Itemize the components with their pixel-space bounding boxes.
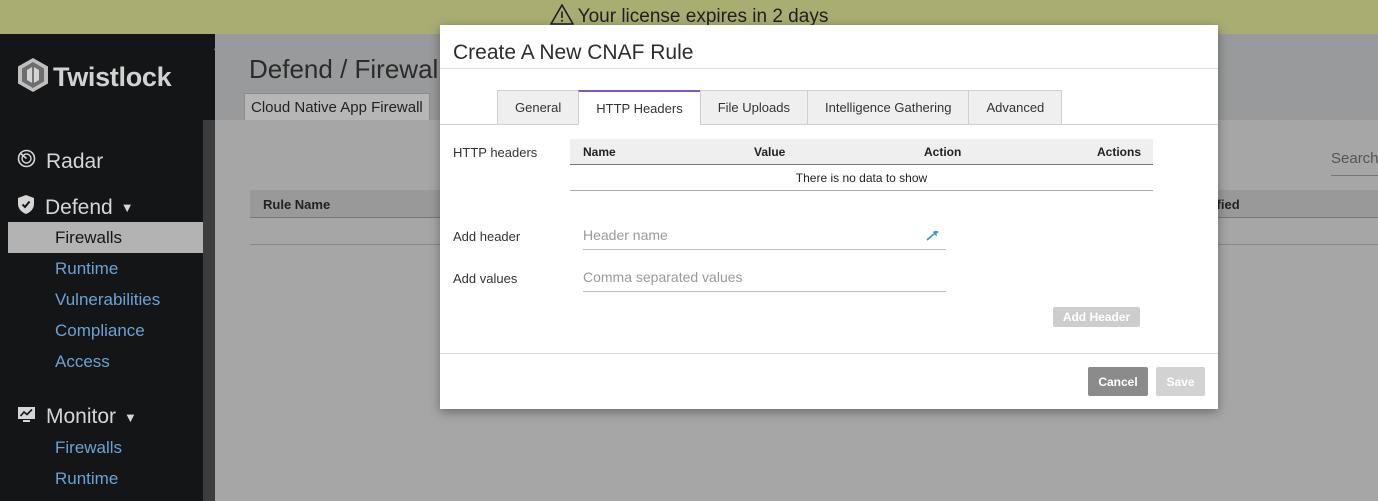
sidebar-item-vulnerabilities[interactable]: Vulnerabilities — [8, 284, 203, 315]
column-header-actions: Actions — [1097, 145, 1142, 159]
monitor-icon — [0, 405, 46, 429]
brand[interactable]: Twistlock — [0, 34, 215, 120]
sidebar-item-defend-firewalls[interactable]: Firewalls — [8, 222, 203, 253]
header-values-input[interactable] — [583, 263, 946, 292]
empty-table-message: There is no data to show — [570, 165, 1153, 191]
dialog-tabs: General HTTP Headers File Uploads Intell… — [497, 90, 1063, 125]
column-header-name[interactable]: Name — [583, 145, 616, 159]
wrench-icon[interactable] — [925, 227, 941, 248]
http-headers-label: HTTP headers — [453, 145, 538, 160]
sidebar-scrollbar[interactable] — [203, 120, 215, 501]
sidebar-item-defend-runtime[interactable]: Runtime — [8, 253, 203, 284]
sidebar-item-compliance[interactable]: Compliance — [8, 315, 203, 346]
nav-section-label: Radar — [46, 149, 104, 173]
tab-cloud-native-app-firewall[interactable]: Cloud Native App Firewall — [244, 93, 430, 120]
column-header-rule-name[interactable]: Rule Name — [263, 197, 330, 212]
tab-general[interactable]: General — [497, 90, 580, 125]
sidebar-item-monitor-runtime[interactable]: Runtime — [8, 463, 203, 494]
http-headers-table: Name Value Action Actions There is no da… — [570, 139, 1153, 191]
brand-name: Twistlock — [53, 61, 172, 92]
save-button[interactable]: Save — [1156, 367, 1205, 396]
nav-section-radar[interactable]: Radar — [0, 149, 103, 174]
tab-advanced[interactable]: Advanced — [968, 90, 1063, 125]
create-cnaf-rule-dialog: Create A New CNAF Rule General HTTP Head… — [440, 25, 1218, 409]
table-header: Name Value Action Actions — [570, 139, 1153, 165]
add-header-button[interactable]: Add Header — [1053, 307, 1140, 327]
sidebar: Twistlock ◀ Radar Defend ▼ Firewalls Run… — [0, 34, 228, 501]
tab-http-headers[interactable]: HTTP Headers — [578, 90, 701, 125]
search-input[interactable]: Search — [1331, 150, 1378, 176]
cancel-button[interactable]: Cancel — [1088, 367, 1148, 396]
tab-file-uploads[interactable]: File Uploads — [699, 90, 808, 125]
add-values-label: Add values — [453, 271, 518, 286]
chevron-down-icon: ▼ — [120, 200, 134, 215]
sidebar-item-access[interactable]: Access — [8, 346, 203, 377]
nav-section-monitor[interactable]: Monitor ▼ — [0, 405, 137, 429]
page-title: Defend / Firewalls — [249, 54, 458, 84]
tab-intelligence-gathering[interactable]: Intelligence Gathering — [806, 90, 970, 125]
chevron-down-icon: ▼ — [124, 409, 137, 425]
twistlock-logo-icon — [17, 57, 49, 98]
column-header-action[interactable]: Action — [924, 145, 961, 159]
nav-section-label: Defend — [45, 195, 113, 219]
divider — [440, 353, 1218, 354]
radar-icon — [0, 149, 46, 174]
header-name-input[interactable] — [583, 221, 946, 250]
nav-section-label: Monitor — [46, 405, 117, 428]
sidebar-item-monitor-firewalls[interactable]: Firewalls — [8, 432, 203, 463]
add-header-label: Add header — [453, 229, 521, 244]
nav-section-defend[interactable]: Defend ▼ — [0, 194, 134, 221]
dialog-title: Create A New CNAF Rule — [453, 41, 694, 64]
divider — [440, 68, 1218, 69]
shield-icon — [0, 194, 45, 221]
column-header-value[interactable]: Value — [754, 145, 785, 159]
